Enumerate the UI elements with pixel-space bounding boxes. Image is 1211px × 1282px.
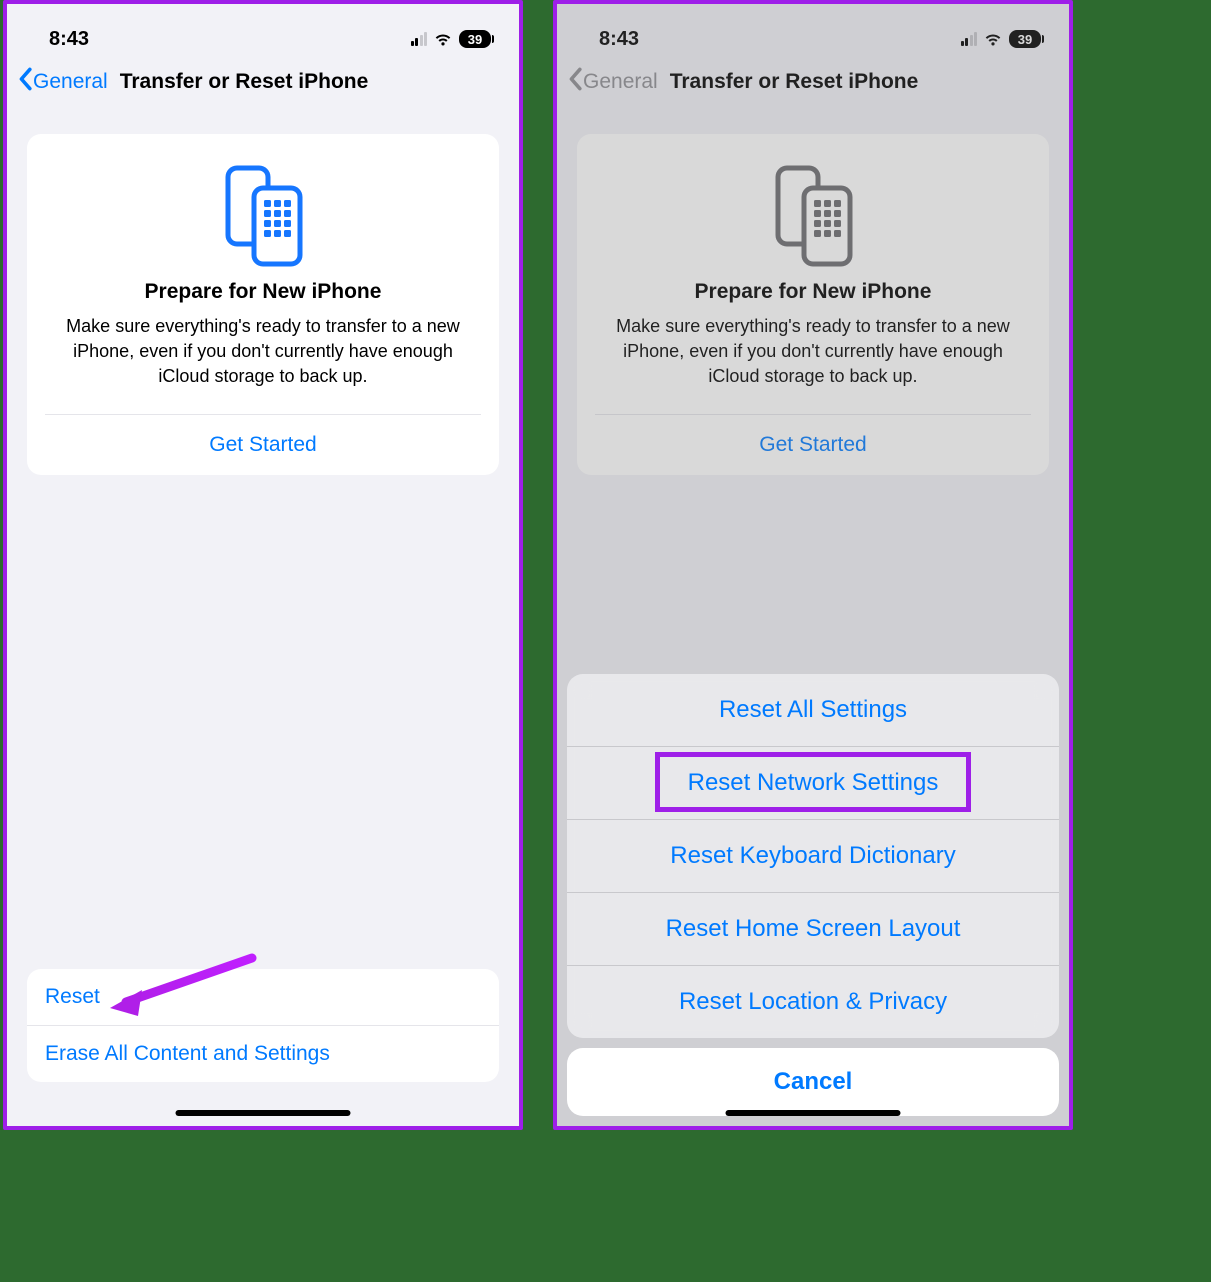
reset-location-privacy-button[interactable]: Reset Location & Privacy: [567, 965, 1059, 1038]
screen: 8:43 39 General Transfer or Reset iPhone: [557, 4, 1069, 1126]
reset-home-screen-layout-button[interactable]: Reset Home Screen Layout: [567, 892, 1059, 965]
reset-action-sheet: Reset All Settings Reset Network Setting…: [567, 674, 1059, 1116]
screen: 8:43 39 General Transfer or Reset iPhone: [7, 4, 519, 1126]
prepare-card-description: Make sure everything's ready to transfer…: [45, 314, 481, 388]
reset-all-settings-button[interactable]: Reset All Settings: [567, 674, 1059, 746]
prepare-card: Prepare for New iPhone Make sure everyth…: [27, 134, 499, 475]
screenshot-right: 8:43 39 General Transfer or Reset iPhone: [553, 0, 1073, 1130]
nav-back-label[interactable]: General: [33, 70, 108, 94]
cancel-button[interactable]: Cancel: [567, 1048, 1059, 1116]
get-started-button[interactable]: Get Started: [45, 415, 481, 475]
status-indicators: 39: [411, 30, 492, 48]
home-indicator[interactable]: [176, 1110, 351, 1116]
battery-percent: 39: [468, 32, 482, 47]
reset-keyboard-dictionary-button[interactable]: Reset Keyboard Dictionary: [567, 819, 1059, 892]
status-time: 8:43: [49, 28, 89, 51]
cellular-signal-icon: [411, 32, 428, 46]
transfer-iphone-icon: [218, 164, 308, 268]
erase-all-row[interactable]: Erase All Content and Settings: [27, 1025, 499, 1082]
nav-title: Transfer or Reset iPhone: [120, 70, 369, 94]
back-chevron-icon[interactable]: [17, 64, 33, 96]
reset-options-list: Reset Erase All Content and Settings: [27, 969, 499, 1082]
home-indicator[interactable]: [726, 1110, 901, 1116]
action-sheet-options: Reset All Settings Reset Network Setting…: [567, 674, 1059, 1038]
status-bar: 8:43 39: [7, 4, 519, 58]
wifi-icon: [433, 32, 453, 47]
prepare-card-title: Prepare for New iPhone: [45, 280, 481, 304]
reset-row[interactable]: Reset: [27, 969, 499, 1025]
screenshot-left: 8:43 39 General Transfer or Reset iPhone: [3, 0, 523, 1130]
nav-bar: General Transfer or Reset iPhone: [7, 58, 519, 106]
reset-network-settings-button[interactable]: Reset Network Settings: [567, 746, 1059, 819]
battery-icon: 39: [459, 30, 491, 48]
